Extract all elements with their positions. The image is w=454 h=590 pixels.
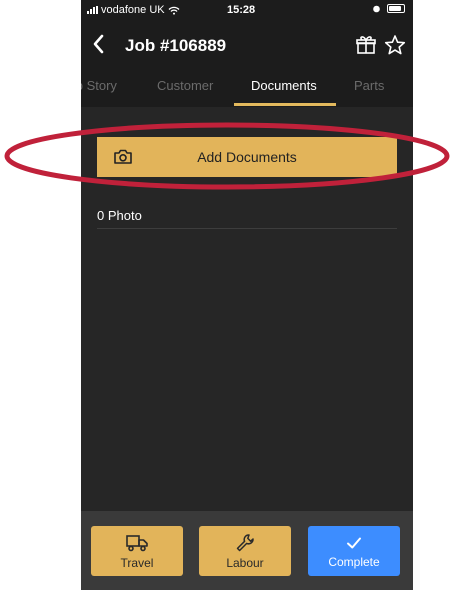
truck-icon <box>126 534 148 551</box>
complete-button[interactable]: Complete <box>308 526 400 576</box>
phone-screen: vodafone UK 15:28 Job #106889 Story Cust… <box>81 0 413 590</box>
tab-bar: Job Story Customer Documents Parts <box>81 68 413 106</box>
page-title: Job #106889 <box>125 36 227 55</box>
title-bar: Job #106889 <box>81 24 413 66</box>
back-button[interactable] <box>85 30 113 58</box>
photo-count: 0 Photo <box>97 208 142 223</box>
gift-button[interactable] <box>353 32 379 58</box>
carrier-info: vodafone UK <box>87 4 180 16</box>
carrier-name: vodafone UK <box>101 4 165 16</box>
wifi-icon <box>168 6 180 15</box>
wrench-icon <box>236 533 254 551</box>
labour-button[interactable]: Labour <box>199 526 291 576</box>
status-time: 15:28 <box>227 4 256 16</box>
add-documents-button[interactable]: Add Documents <box>97 137 397 177</box>
favorite-button[interactable] <box>381 32 409 58</box>
active-tab-indicator <box>234 103 336 106</box>
divider <box>97 228 397 229</box>
labour-label: Labour <box>226 555 264 570</box>
chevron-left-icon <box>93 34 104 54</box>
star-icon <box>384 35 406 55</box>
battery-icon <box>387 4 405 13</box>
status-right <box>372 4 405 13</box>
complete-label: Complete <box>328 554 380 569</box>
alarm-icon <box>373 5 380 13</box>
gift-icon <box>356 36 376 54</box>
tab-job-story[interactable]: Job Story <box>81 78 117 93</box>
tab-parts[interactable]: Parts <box>354 78 384 93</box>
add-documents-label: Add Documents <box>197 149 297 165</box>
camera-icon <box>114 149 132 164</box>
travel-button[interactable]: Travel <box>91 526 183 576</box>
travel-label: Travel <box>120 555 154 570</box>
check-icon <box>347 537 361 548</box>
tab-customer[interactable]: Customer <box>157 78 213 93</box>
signal-icon <box>87 6 98 14</box>
bottom-action-bar: Travel Labour Complete <box>81 511 413 590</box>
tab-documents[interactable]: Documents <box>251 78 317 93</box>
app-header: vodafone UK 15:28 Job #106889 Story Cust… <box>81 0 413 107</box>
status-bar: vodafone UK 15:28 <box>81 0 413 22</box>
